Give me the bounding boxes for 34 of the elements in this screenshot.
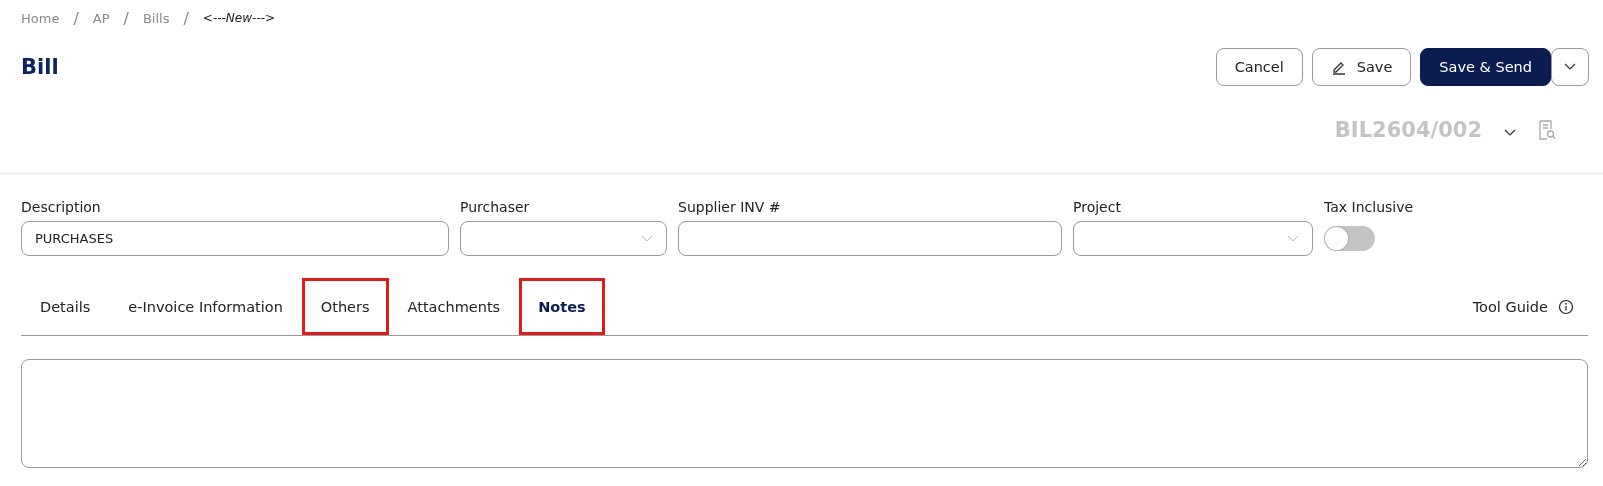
breadcrumb-separator: / (183, 8, 189, 28)
breadcrumb-separator: / (123, 8, 129, 28)
caret-icon[interactable] (1504, 129, 1516, 137)
tab[interactable]: Details (21, 278, 110, 335)
breadcrumb-link[interactable]: AP (92, 10, 110, 26)
info-icon (1558, 298, 1574, 315)
breadcrumb-link[interactable]: Bills (142, 10, 170, 26)
save-send-button[interactable]: Save & Send (1420, 48, 1551, 86)
purchaser-dropdown[interactable] (460, 221, 667, 256)
supplier-invoice-field[interactable] (678, 221, 1062, 256)
more-options-button[interactable] (1551, 48, 1589, 86)
tab[interactable]: e-Invoice Information (109, 278, 302, 335)
field-label: Supplier INV # (678, 199, 782, 215)
save-button[interactable]: Save (1311, 48, 1412, 86)
tab[interactable]: Attachments (388, 278, 520, 335)
tax-inclusive-toggle[interactable] (1324, 226, 1375, 251)
project-dropdown[interactable] (1073, 221, 1313, 256)
page-title: Bill (21, 55, 59, 79)
document-number: BIL2604/002 (1334, 118, 1482, 142)
chevron-down-icon (1564, 63, 1576, 71)
cancel-button[interactable]: Cancel (1215, 48, 1303, 86)
document-search-icon[interactable] (1538, 120, 1556, 140)
chevron-down-icon (641, 234, 653, 243)
description-field[interactable]: PURCHASES (21, 221, 449, 256)
breadcrumb-separator: / (73, 8, 79, 28)
tab[interactable]: Others (301, 278, 389, 335)
chevron-down-icon (1287, 234, 1299, 243)
field-label: Purchaser (460, 199, 531, 215)
field-label: Tax Inclusive (1324, 199, 1414, 215)
tool-guide-button[interactable]: Tool Guide (1458, 278, 1588, 335)
field-label: Description (21, 199, 102, 215)
field-label: Project (1073, 199, 1122, 215)
tab[interactable]: Notes (519, 278, 605, 335)
breadcrumb-link[interactable]: Home (21, 10, 60, 26)
